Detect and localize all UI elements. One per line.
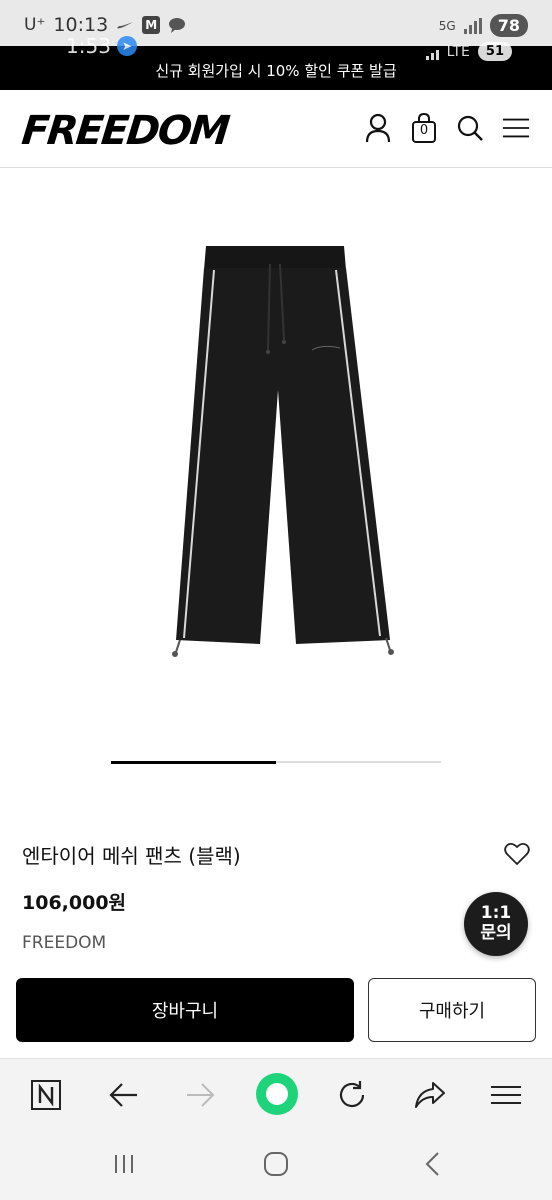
back-icon[interactable] xyxy=(412,1148,452,1180)
shopping-bag-icon[interactable]: 0 xyxy=(410,112,438,144)
product-name: 엔타이어 메쉬 팬츠 (블랙) xyxy=(22,844,241,868)
hamburger-menu-icon[interactable] xyxy=(502,112,530,144)
network-label: 5G xyxy=(438,18,456,33)
chat-line1: 1:1 xyxy=(480,903,512,923)
product-price: 106,000원 xyxy=(22,892,127,914)
product-image[interactable] xyxy=(150,200,402,660)
product-brand[interactable]: FREEDOM xyxy=(22,933,106,953)
status-right: 5G 78 xyxy=(439,14,528,37)
gallery-progress-fill xyxy=(111,761,276,764)
overlay-network-label: LTE xyxy=(446,43,470,60)
carrier-label: U⁺ xyxy=(24,15,46,35)
promo-text: 신규 회원가입 시 10% 할인 쿠폰 발급 xyxy=(155,62,397,80)
overlay-battery-badge: 51 xyxy=(477,42,512,61)
user-icon[interactable] xyxy=(364,112,392,144)
header-icons: 0 xyxy=(364,112,530,144)
brand-logo[interactable]: FREEDOM xyxy=(20,108,231,154)
promo-banner[interactable]: 1:53 ➤ LTE 51 신규 회원가입 시 10% 할인 쿠폰 발급 xyxy=(0,34,552,90)
overlay-time-label: 1:53 xyxy=(66,34,111,58)
back-arrow-icon[interactable] xyxy=(106,1077,142,1113)
green-home-icon[interactable] xyxy=(256,1073,298,1115)
site-header: FREEDOM 0 xyxy=(0,90,552,168)
location-arrow-icon: ➤ xyxy=(116,36,137,56)
search-icon[interactable] xyxy=(456,112,484,144)
signal-icon xyxy=(463,17,482,34)
nike-swoosh-icon xyxy=(117,22,134,29)
browser-toolbar xyxy=(0,1058,552,1130)
overlay-time: 1:53 ➤ xyxy=(66,34,137,58)
wishlist-heart-icon[interactable] xyxy=(504,842,530,866)
app-badge-icon: M xyxy=(142,16,161,34)
system-navigation-bar xyxy=(0,1130,552,1200)
cart-count: 0 xyxy=(419,123,429,138)
chat-bubble-icon xyxy=(169,18,186,33)
chat-line2: 문의 xyxy=(480,923,512,943)
add-to-cart-button[interactable]: 장바구니 xyxy=(16,978,354,1042)
buy-now-button[interactable]: 구매하기 xyxy=(368,978,536,1042)
overlay-signal-icon xyxy=(425,44,439,60)
battery-badge: 78 xyxy=(489,14,528,37)
one-to-one-inquiry-button[interactable]: 1:1 문의 xyxy=(464,892,528,956)
home-icon[interactable] xyxy=(256,1148,296,1180)
status-time: 10:13 xyxy=(53,14,109,36)
forward-arrow-icon[interactable] xyxy=(182,1077,218,1113)
menu-icon[interactable] xyxy=(488,1077,524,1113)
recent-apps-icon[interactable] xyxy=(104,1148,144,1180)
gallery-progress-bar xyxy=(111,761,441,764)
naver-n-icon[interactable] xyxy=(28,1077,64,1113)
share-icon[interactable] xyxy=(412,1077,448,1113)
status-left: U⁺ 10:13 M xyxy=(24,14,186,36)
overlay-status: LTE 51 xyxy=(425,42,512,61)
refresh-icon[interactable] xyxy=(334,1077,370,1113)
